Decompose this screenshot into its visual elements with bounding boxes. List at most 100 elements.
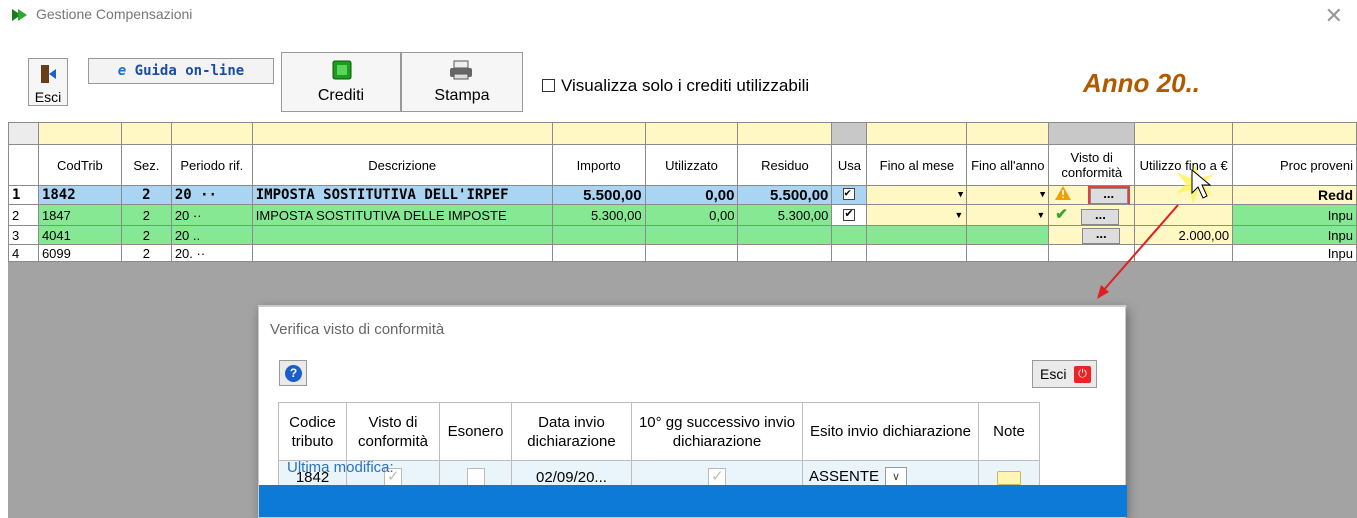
cell-residuo[interactable]: 5.300,00 (737, 204, 833, 226)
col-header-utilizzato[interactable]: Utilizzato (644, 144, 739, 186)
cell-residuo[interactable] (737, 225, 833, 245)
cell-utilizzo[interactable] (1134, 204, 1234, 226)
dropdown-arrow-icon[interactable]: ▼ (1040, 187, 1045, 204)
filter-cell[interactable] (120, 122, 172, 145)
cell-visto[interactable]: ✔ ... (1048, 204, 1136, 226)
cell-proc[interactable]: Inpu (1232, 204, 1357, 226)
cell-descrizione[interactable] (251, 225, 553, 245)
cell-fino-mese[interactable]: ▼ (866, 204, 968, 226)
filter-cell[interactable] (170, 122, 253, 145)
cell-fino-anno[interactable]: ▼ (966, 185, 1050, 205)
cell-proc[interactable]: Inpu (1232, 225, 1357, 245)
cell-importo[interactable]: 5.500,00 (551, 185, 646, 205)
filter-cell[interactable] (251, 122, 553, 145)
cell-utilizzo[interactable] (1134, 185, 1234, 205)
cell-codtrib[interactable]: 1847 (37, 204, 122, 226)
cell-importo[interactable] (551, 225, 646, 245)
cell-fino-anno[interactable] (966, 225, 1050, 245)
cell-fino-mese[interactable]: ▼ (866, 185, 968, 205)
col-header-utilizzo[interactable]: Utilizzo fino a € (1134, 144, 1234, 186)
col-header-usa[interactable]: Usa (831, 144, 868, 186)
col-header-fino-anno[interactable]: Fino all'anno (966, 144, 1050, 186)
cell-importo[interactable] (551, 244, 646, 262)
close-icon[interactable]: ✕ (1325, 3, 1343, 29)
filter-cell[interactable] (37, 122, 122, 145)
col-header-codtrib[interactable]: CodTrib (37, 144, 122, 186)
filter-cell[interactable] (737, 122, 833, 145)
cell-proc[interactable]: Inpu (1232, 244, 1357, 262)
crediti-button[interactable]: Crediti (281, 52, 401, 112)
dropdown-arrow-icon[interactable]: ▼ (958, 187, 963, 204)
col-header-visto[interactable]: Visto di conformità (1048, 144, 1136, 186)
table-row[interactable]: 4 6099 2 20. ·· Inpu (8, 244, 1357, 262)
stampa-button[interactable]: Stampa (401, 52, 523, 112)
exit-button[interactable]: Esci (28, 58, 68, 106)
cell-usa[interactable] (831, 244, 868, 262)
cell-visto[interactable] (1048, 244, 1136, 262)
cell-visto[interactable]: ... (1048, 185, 1136, 205)
cell-descrizione[interactable]: IMPOSTA SOSTITUTIVA DELLE IMPOSTE (251, 204, 553, 226)
cell-utilizzo[interactable] (1134, 244, 1234, 262)
cell-fino-mese[interactable] (866, 225, 968, 245)
usa-checkbox[interactable] (843, 207, 856, 221)
cell-utilizzato[interactable] (644, 225, 739, 245)
filter-cell[interactable] (1232, 122, 1357, 145)
cell-codtrib[interactable]: 6099 (37, 244, 122, 262)
visto-details-button[interactable]: ... (1081, 208, 1120, 225)
cell-residuo[interactable] (737, 244, 833, 262)
esonero-checkbox[interactable] (466, 468, 485, 487)
col-header-periodo[interactable]: Periodo rif. (170, 144, 253, 186)
checkbox-box[interactable] (542, 79, 555, 92)
cell-fino-mese[interactable] (866, 244, 968, 262)
cell-utilizzato[interactable]: 0,00 (644, 204, 739, 226)
dropdown-arrow-icon[interactable]: ▼ (954, 207, 963, 224)
cell-utilizzato[interactable] (644, 244, 739, 262)
col-header-fino-mese[interactable]: Fino al mese (866, 144, 968, 186)
cell-descrizione[interactable] (251, 244, 553, 262)
cell-usa[interactable] (831, 225, 868, 245)
cell-fino-anno[interactable]: ▼ (966, 204, 1050, 226)
cell-descrizione[interactable]: IMPOSTA SOSTITUTIVA DELL'IRPEF (251, 185, 553, 205)
usa-checkbox[interactable] (843, 187, 856, 200)
visto-details-button[interactable]: ... (1087, 186, 1130, 204)
table-row[interactable]: 3 4041 2 20 .. ... 2.000,00 Inpu (8, 225, 1357, 245)
col-header-proc[interactable]: Proc proveni (1232, 144, 1357, 186)
cell-sez[interactable]: 2 (120, 225, 172, 245)
filter-cell[interactable] (1134, 122, 1234, 145)
cell-usa[interactable] (831, 185, 868, 205)
filter-cell[interactable] (866, 122, 968, 145)
chevron-down-icon[interactable]: ∨ (885, 467, 908, 487)
help-button[interactable]: ? (279, 360, 307, 386)
cell-periodo[interactable]: 20 ·· (170, 204, 253, 226)
cell-sez[interactable]: 2 (120, 185, 172, 205)
filter-cell[interactable] (551, 122, 646, 145)
cell-fino-anno[interactable] (966, 244, 1050, 262)
cell-codtrib[interactable]: 4041 (37, 225, 122, 245)
cell-residuo[interactable]: 5.500,00 (737, 185, 833, 205)
cell-utilizzo[interactable]: 2.000,00 (1134, 225, 1234, 245)
note-icon[interactable] (997, 470, 1021, 485)
cell-importo[interactable]: 5.300,00 (551, 204, 646, 226)
col-header-residuo[interactable]: Residuo (737, 144, 833, 186)
dropdown-arrow-icon[interactable]: ▼ (1036, 207, 1045, 224)
table-row[interactable]: 1 1842 2 20 ·· IMPOSTA SOSTITUTIVA DELL'… (8, 185, 1357, 205)
cell-periodo[interactable]: 20 .. (170, 225, 253, 245)
cell-periodo[interactable]: 20. ·· (170, 244, 253, 262)
cell-periodo[interactable]: 20 ·· (170, 185, 253, 205)
cell-proc[interactable]: Redd (1232, 185, 1357, 205)
visualizza-checkbox[interactable]: Visualizza solo i crediti utilizzabili (542, 76, 809, 96)
col-header-sez[interactable]: Sez. (120, 144, 172, 186)
col-header-descrizione[interactable]: Descrizione (251, 144, 553, 186)
table-row[interactable]: 2 1847 2 20 ·· IMPOSTA SOSTITUTIVA DELLE… (8, 204, 1357, 226)
filter-cell[interactable] (644, 122, 739, 145)
guida-online-button[interactable]: e Guida on-line (88, 58, 274, 84)
cell-usa[interactable] (831, 204, 868, 226)
col-header-importo[interactable]: Importo (551, 144, 646, 186)
cell-sez[interactable]: 2 (120, 204, 172, 226)
cell-codtrib[interactable]: 1842 (37, 185, 122, 205)
cell-visto[interactable]: ... (1048, 225, 1136, 245)
visto-details-button[interactable]: ... (1082, 227, 1121, 244)
cell-sez[interactable]: 2 (120, 244, 172, 262)
dialog-exit-button[interactable]: Esci ⏻ (1032, 360, 1097, 388)
filter-cell[interactable] (966, 122, 1050, 145)
